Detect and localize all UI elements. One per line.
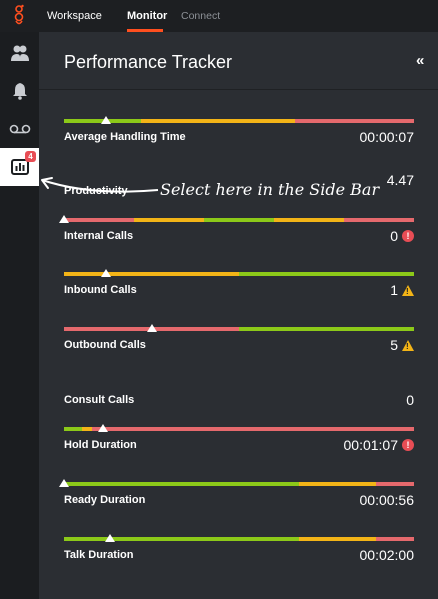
panel-header: Performance Tracker « xyxy=(39,32,438,90)
error-icon: ! xyxy=(402,439,414,451)
contacts-icon xyxy=(10,45,29,61)
bar-segment-green xyxy=(64,537,299,541)
bar-segment-red xyxy=(92,427,414,431)
bar-segment-yellow xyxy=(134,218,204,222)
metric-row: Internal Calls 0! xyxy=(59,215,414,248)
threshold-bar xyxy=(64,119,414,123)
threshold-bar xyxy=(64,272,414,276)
bar-segment-green xyxy=(204,218,274,222)
bar-segment-red xyxy=(295,119,414,123)
error-icon: ! xyxy=(402,230,414,242)
metric-value-text: 0 xyxy=(406,392,414,408)
value-marker xyxy=(146,324,157,332)
metric-value-text: 4.47 xyxy=(386,172,414,188)
bar-segment-yellow xyxy=(274,218,344,222)
metric-value-text: 1 xyxy=(390,282,398,298)
metric-row: Outbound Calls 5! xyxy=(64,324,414,357)
bell-icon xyxy=(12,83,27,100)
warning-icon: ! xyxy=(402,339,414,351)
sidebar-item-contacts[interactable] xyxy=(0,34,39,72)
metric-row: Inbound Calls 1! xyxy=(64,269,414,302)
metric-value: 00:00:07 xyxy=(360,129,415,145)
nav-monitor[interactable]: Monitor xyxy=(127,10,167,22)
value-marker xyxy=(59,479,69,487)
annotation-text: Select here in the Side Bar xyxy=(160,180,380,199)
threshold-bar xyxy=(64,427,414,431)
panel-title: Performance Tracker xyxy=(64,52,233,72)
metric-label: Consult Calls xyxy=(64,394,135,406)
metric-value: 5! xyxy=(390,337,414,353)
metric-label: Average Handling Time xyxy=(64,131,186,143)
metric-label: Inbound Calls xyxy=(64,284,137,296)
warning-icon: ! xyxy=(402,284,414,296)
metric-value: 4.47 xyxy=(387,172,414,188)
nav-connect[interactable]: Connect xyxy=(181,10,220,22)
sidebar-item-voicemail[interactable] xyxy=(0,110,39,148)
value-marker xyxy=(59,215,69,223)
metric-value-text: 00:00:56 xyxy=(359,492,415,508)
metric-value: 00:02:00 xyxy=(360,547,415,563)
metric-value: 1! xyxy=(390,282,414,298)
threshold-bar xyxy=(64,218,414,222)
performance-tracker-panel: Performance Tracker « Average Handling T… xyxy=(39,32,438,599)
metric-label: Talk Duration xyxy=(64,549,134,561)
top-nav: Workspace Monitor Connect xyxy=(0,0,438,32)
bar-segment-red xyxy=(375,482,414,486)
metric-label: Ready Duration xyxy=(64,494,146,506)
value-marker xyxy=(104,534,115,542)
bar-segment-yellow xyxy=(298,537,376,541)
metric-value-text: 0 xyxy=(390,228,398,244)
metric-row: Hold Duration 00:01:07! xyxy=(64,424,414,457)
metric-value-text: 00:02:00 xyxy=(359,547,415,563)
metric-value-text: 5 xyxy=(390,337,398,353)
bar-segment-red xyxy=(64,218,134,222)
metric-row: Average Handling Time 00:00:07 xyxy=(64,116,415,149)
metric-label: Hold Duration xyxy=(64,439,137,451)
metric-value: 0! xyxy=(390,228,414,244)
side-bar: 4 xyxy=(0,32,39,599)
bar-segment-yellow xyxy=(81,427,92,431)
genesys-logo-icon xyxy=(0,0,39,32)
threshold-bar xyxy=(64,482,414,486)
bar-segment-red xyxy=(344,218,414,222)
threshold-bar xyxy=(64,327,414,331)
metric-value: 0 xyxy=(406,392,414,408)
bar-segment-yellow xyxy=(141,119,295,123)
bar-segment-yellow xyxy=(64,272,239,276)
bar-segment-green xyxy=(239,327,414,331)
metric-value: 00:00:56 xyxy=(360,492,415,508)
metric-value-text: 00:00:07 xyxy=(359,129,415,145)
value-marker xyxy=(101,116,111,124)
metric-row: Consult Calls 0 xyxy=(64,382,414,412)
threshold-bar xyxy=(64,537,414,541)
bar-segment-red xyxy=(375,537,414,541)
nav-workspace[interactable]: Workspace xyxy=(47,10,102,22)
sidebar-item-notifications[interactable] xyxy=(0,72,39,110)
metric-row: Talk Duration 00:02:00 xyxy=(64,534,415,567)
metric-label: Outbound Calls xyxy=(64,339,146,351)
bar-segment-green xyxy=(239,272,414,276)
value-marker xyxy=(97,424,108,432)
notification-badge: 4 xyxy=(25,151,36,162)
metric-label: Internal Calls xyxy=(64,230,134,242)
bar-segment-green xyxy=(64,482,299,486)
metric-value-text: 00:01:07 xyxy=(343,437,399,453)
metric-value: 00:01:07! xyxy=(343,437,414,453)
bar-segment-yellow xyxy=(298,482,376,486)
metric-row: Ready Duration 00:00:56 xyxy=(59,479,415,512)
collapse-panel-button[interactable]: « xyxy=(416,52,424,69)
value-marker xyxy=(101,269,111,277)
voicemail-icon xyxy=(9,124,30,134)
bar-segment-green xyxy=(64,427,82,431)
annotation-arrow xyxy=(41,177,159,193)
